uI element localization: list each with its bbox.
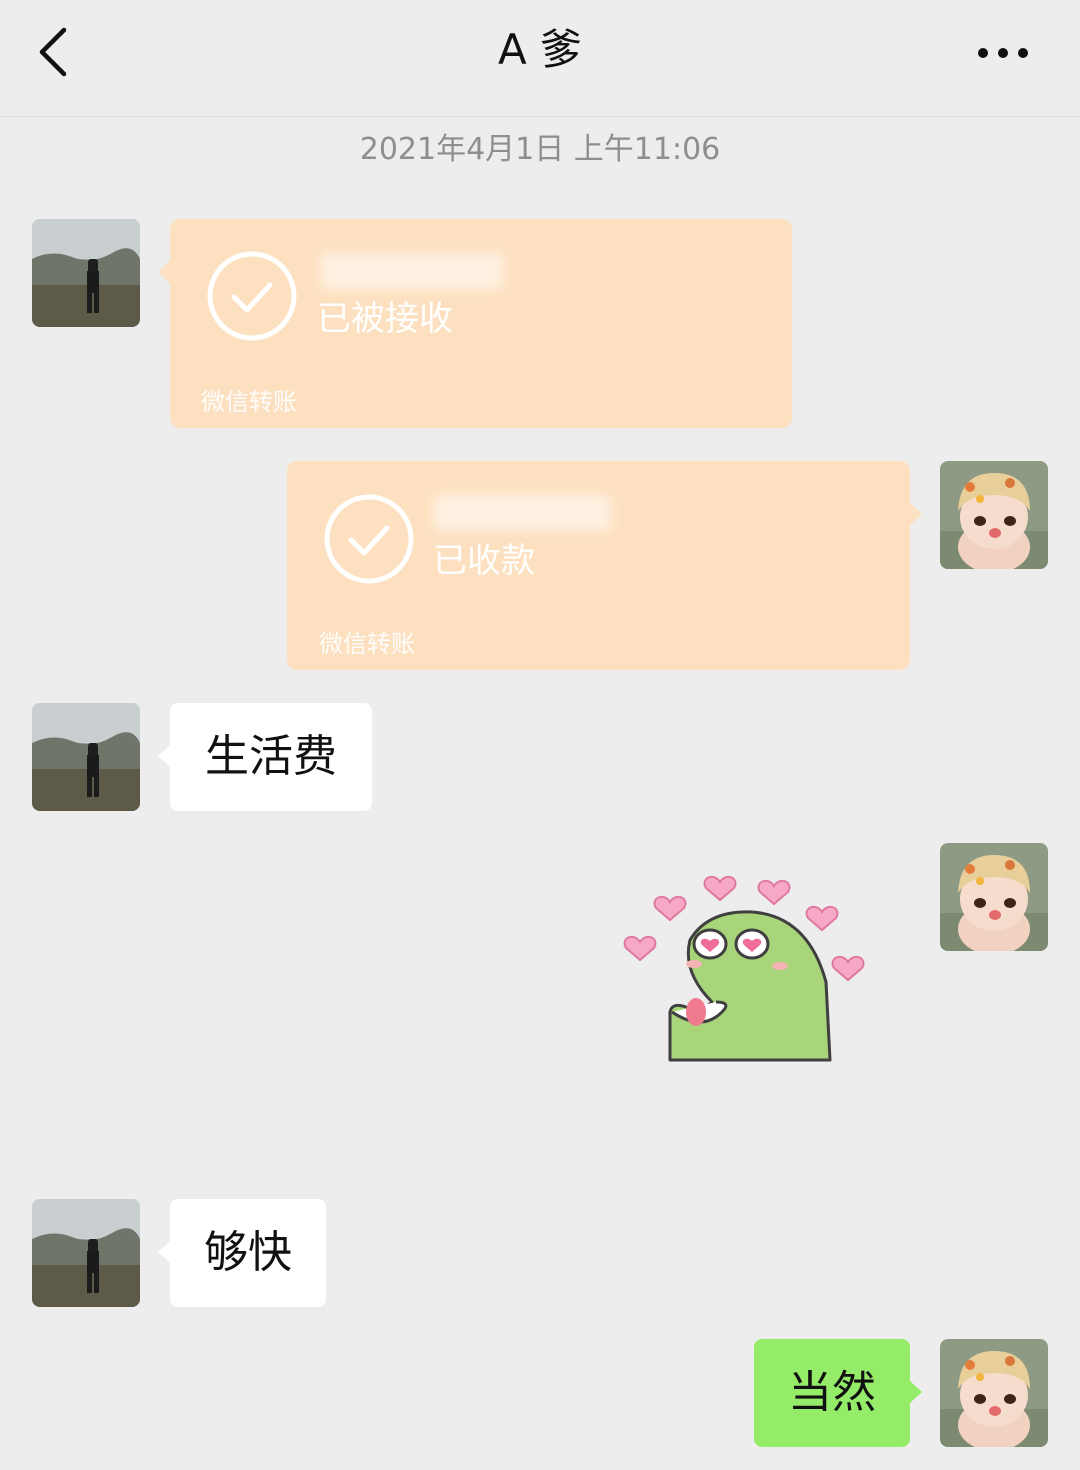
transfer-status: 已被接收 (317, 299, 453, 339)
chevron-left-icon (39, 27, 67, 77)
avatar-self[interactable] (940, 461, 1048, 569)
bubble-tail (910, 503, 922, 525)
transfer-card-received[interactable]: 已被接收 微信转账 (170, 219, 792, 428)
transfer-footer-label: 微信转账 (319, 630, 415, 658)
avatar-contact[interactable] (32, 219, 140, 327)
transfer-amount-redacted (320, 253, 504, 289)
bubble-tail (910, 1381, 922, 1403)
ellipsis-icon (978, 48, 1028, 58)
contact-avatar-photo (32, 1199, 140, 1307)
transfer-status: 已收款 (433, 541, 535, 581)
self-avatar-doll-photo (940, 843, 1048, 951)
transfer-card-sent[interactable]: 已收款 微信转账 (287, 461, 910, 670)
contact-avatar-photo (32, 703, 140, 811)
contact-avatar-photo (32, 219, 140, 327)
more-options-button[interactable] (968, 30, 1038, 76)
sticker-message[interactable] (612, 862, 874, 1072)
self-avatar-doll-photo (940, 1339, 1048, 1447)
transfer-amount-redacted (433, 495, 611, 531)
message-bubble-received[interactable]: 生活费 (170, 703, 372, 811)
message-bubble-sent[interactable]: 当然 (754, 1339, 910, 1447)
bubble-tail (158, 261, 170, 283)
avatar-contact[interactable] (32, 703, 140, 811)
self-avatar-doll-photo (940, 461, 1048, 569)
message-timestamp: 2021年4月1日 上午11:06 (359, 132, 721, 167)
bubble-tail (158, 745, 170, 767)
avatar-self[interactable] (940, 1339, 1048, 1447)
check-circle-icon (324, 494, 414, 584)
avatar-contact[interactable] (32, 1199, 140, 1307)
check-circle-icon (207, 251, 297, 341)
avatar-self[interactable] (940, 843, 1048, 951)
bubble-tail (158, 1241, 170, 1263)
chat-header (0, 0, 1080, 117)
message-bubble-received[interactable]: 够快 (170, 1199, 326, 1307)
back-button[interactable] (28, 22, 84, 82)
transfer-footer-label: 微信转账 (201, 388, 297, 416)
green-dinosaur-heart-eyes-sticker (623, 875, 865, 1062)
